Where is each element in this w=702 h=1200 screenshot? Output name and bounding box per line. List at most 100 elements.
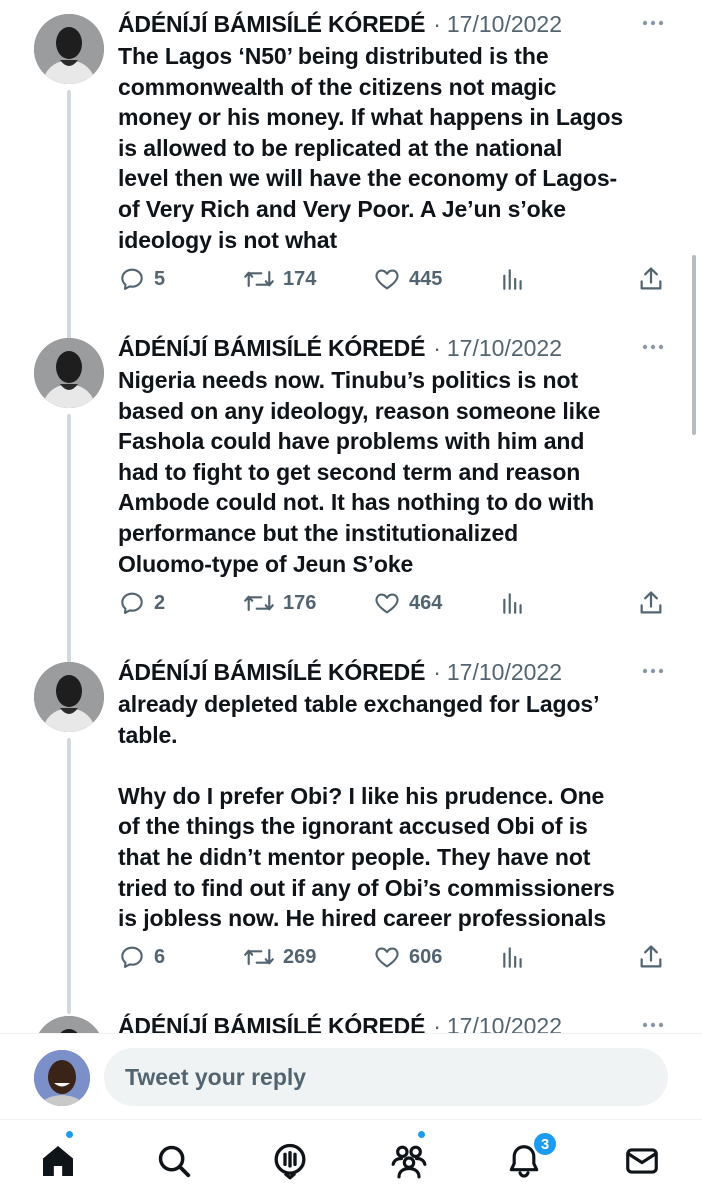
reply-icon [121,592,143,614]
share-button[interactable] [637,589,665,617]
notifications-badge: 3 [532,1131,558,1157]
tweet-header: ÁDÉNÍJÍ BÁMISÍLÉ KÓREDÉ · 17/10/2022 [118,655,668,689]
tweet-actions: 6 269 606 [118,940,668,974]
heart-icon [375,269,399,290]
tweet-date[interactable]: 17/10/2022 [447,11,562,38]
spaces-icon [274,1143,306,1180]
views-button[interactable] [500,589,526,617]
tab-home[interactable] [35,1138,81,1184]
avatar-photo [34,662,104,732]
retweet-button[interactable]: 176 [243,589,316,617]
search-icon [158,1145,191,1178]
more-dots-icon [642,668,664,674]
reply-button[interactable]: 5 [118,265,165,293]
header-separator: · [433,10,441,37]
tweet-header: ÁDÉNÍJÍ BÁMISÍLÉ KÓREDÉ · 17/10/2022 [118,331,668,365]
user-avatar[interactable] [34,1050,90,1106]
home-new-indicator [64,1129,75,1140]
tweet-actions: 5 174 445 [118,262,668,296]
home-icon [43,1146,73,1176]
more-options-button[interactable] [638,337,668,357]
reply-icon [121,946,143,968]
reply-count: 6 [154,945,166,968]
author-avatar[interactable] [34,338,104,408]
heart-icon [375,593,399,614]
retweet-button[interactable]: 269 [243,943,316,971]
tab-messages[interactable] [619,1138,665,1184]
avatar-photo [34,338,104,408]
reply-button[interactable]: 2 [118,589,165,617]
reply-count: 2 [154,591,166,614]
author-name[interactable]: ÁDÉNÍJÍ BÁMISÍLÉ KÓREDÉ [118,335,425,362]
header-separator: · [433,658,441,685]
tweet-text: The Lagos ‘N50’ being distributed is the… [118,43,624,253]
analytics-icon [503,593,522,614]
communities-new-indicator [416,1129,427,1140]
retweet-icon [244,271,274,287]
user-avatar-photo [34,1050,90,1106]
tweet-header: ÁDÉNÍJÍ BÁMISÍLÉ KÓREDÉ · 17/10/2022 [118,1009,668,1034]
author-avatar[interactable] [34,662,104,732]
thread-connector-line [67,414,71,664]
tab-spaces[interactable] [267,1138,313,1184]
bottom-navigation [0,1119,702,1200]
thread-connector-line [67,738,71,1014]
share-button[interactable] [637,943,665,971]
retweet-icon [244,949,274,965]
more-dots-icon [642,344,664,350]
share-icon [640,591,662,614]
retweet-icon [244,595,274,611]
tab-search[interactable] [151,1138,197,1184]
like-button[interactable]: 606 [373,943,442,971]
reply-input[interactable] [104,1048,668,1106]
communities-icon [391,1145,427,1179]
thread-connector-line [67,90,71,340]
like-count: 464 [409,591,443,614]
retweet-count: 176 [283,591,317,614]
reply-icon [121,268,143,290]
avatar-photo [34,1016,104,1033]
tweet-text: already depleted table exchanged for Lag… [118,691,615,932]
author-name[interactable]: ÁDÉNÍJÍ BÁMISÍLÉ KÓREDÉ [118,1013,425,1034]
share-icon [640,267,662,290]
like-count: 606 [409,945,443,968]
reply-composer [0,1033,702,1119]
scrollbar[interactable] [692,255,696,435]
more-dots-icon [642,20,664,26]
more-options-button[interactable] [638,1015,668,1033]
tweet-text: Nigeria needs now. Tinubu’s politics is … [118,367,601,577]
tab-communities[interactable] [386,1138,432,1184]
like-count: 445 [409,267,443,290]
views-button[interactable] [500,943,526,971]
tweet-date[interactable]: 17/10/2022 [447,1013,562,1034]
share-button[interactable] [637,265,665,293]
retweet-button[interactable]: 174 [243,265,316,293]
reply-button[interactable]: 6 [118,943,165,971]
header-separator: · [433,334,441,361]
retweet-count: 269 [283,945,317,968]
reply-count: 5 [154,267,166,290]
heart-icon [375,947,399,968]
views-button[interactable] [500,265,526,293]
tweet-thread: ÁDÉNÍJÍ BÁMISÍLÉ KÓREDÉ · 17/10/2022 The… [0,0,702,1033]
more-options-button[interactable] [638,661,668,681]
more-dots-icon [642,1022,664,1028]
like-button[interactable]: 464 [373,589,442,617]
avatar-photo [34,14,104,84]
tweet-date[interactable]: 17/10/2022 [447,335,562,362]
more-options-button[interactable] [638,13,668,33]
like-button[interactable]: 445 [373,265,442,293]
author-name[interactable]: ÁDÉNÍJÍ BÁMISÍLÉ KÓREDÉ [118,659,425,686]
tweet-date[interactable]: 17/10/2022 [447,659,562,686]
analytics-icon [503,269,522,290]
author-name[interactable]: ÁDÉNÍJÍ BÁMISÍLÉ KÓREDÉ [118,11,425,38]
tweet-header: ÁDÉNÍJÍ BÁMISÍLÉ KÓREDÉ · 17/10/2022 [118,7,668,41]
tweet-actions: 2 176 464 [118,586,668,620]
retweet-count: 174 [283,267,317,290]
author-avatar[interactable] [34,14,104,84]
analytics-icon [503,947,522,968]
share-icon [640,945,662,968]
mail-icon [626,1148,658,1174]
header-separator: · [433,1012,441,1034]
author-avatar[interactable] [34,1016,104,1033]
